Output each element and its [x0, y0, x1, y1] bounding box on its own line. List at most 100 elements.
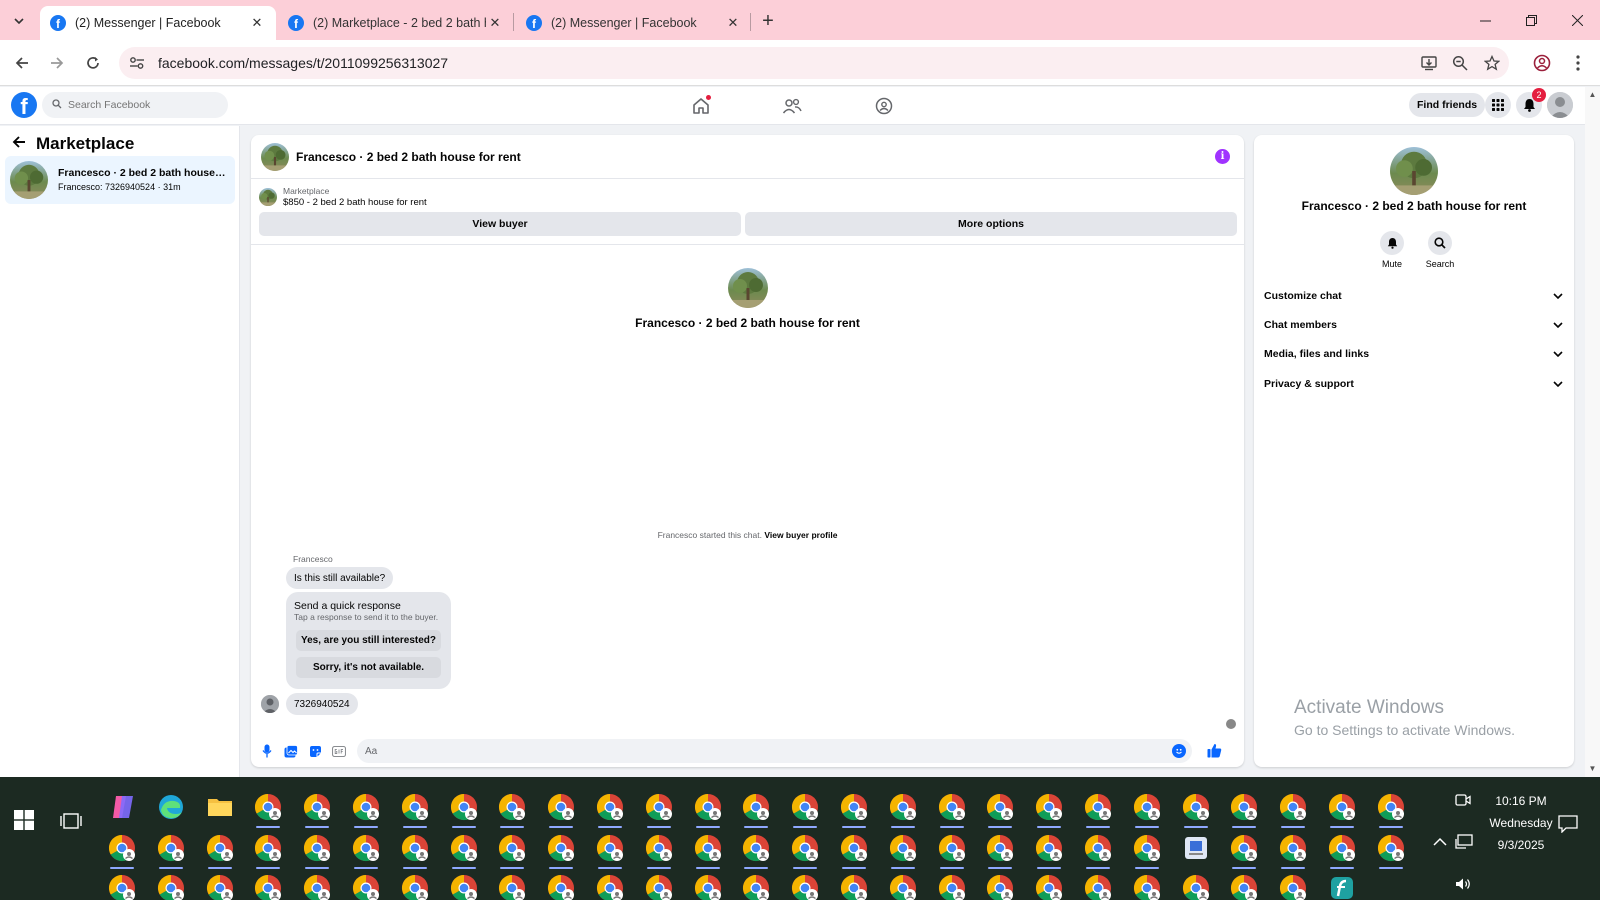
- show-hidden-icons-chevron-icon[interactable]: [1433, 837, 1447, 847]
- network-icon[interactable]: [1455, 834, 1473, 850]
- friends-icon[interactable]: [780, 94, 804, 118]
- chrome-profile-icon[interactable]: [400, 833, 430, 869]
- mute-button[interactable]: Mute: [1372, 231, 1412, 269]
- chrome-profile-icon[interactable]: [1132, 833, 1162, 869]
- tab-marketplace[interactable]: f (2) Marketplace - 2 bed 2 bath h ✕: [278, 6, 514, 40]
- groups-icon[interactable]: [872, 94, 896, 118]
- chrome-profile-icon[interactable]: [107, 833, 137, 869]
- chrome-profile-icon[interactable]: [449, 873, 479, 900]
- chrome-profile-icon[interactable]: [546, 873, 576, 900]
- forward-arrow-icon[interactable]: [45, 51, 69, 75]
- chrome-profile-icon[interactable]: [400, 873, 430, 900]
- tab-messenger-1[interactable]: f (2) Messenger | Facebook ✕: [40, 6, 276, 40]
- chrome-profile-icon[interactable]: [205, 873, 235, 900]
- chrome-profile-icon[interactable]: [302, 873, 332, 900]
- chrome-profile-icon[interactable]: [985, 873, 1015, 900]
- chrome-profile-icon[interactable]: [595, 833, 625, 869]
- chrome-profile-icon[interactable]: [497, 873, 527, 900]
- chrome-profile-icon[interactable]: [839, 833, 869, 869]
- chrome-profile-icon[interactable]: [1083, 873, 1113, 900]
- chrome-profile-icon[interactable]: [449, 792, 479, 828]
- menu-grid-icon[interactable]: [1485, 92, 1511, 118]
- chrome-profile-icon[interactable]: [1229, 873, 1259, 900]
- volume-icon[interactable]: [1455, 877, 1471, 891]
- message-bubble[interactable]: Is this still available?: [286, 567, 394, 589]
- microphone-icon[interactable]: [259, 743, 275, 759]
- chrome-profile-icon[interactable]: [1278, 792, 1308, 828]
- chrome-profile-icon[interactable]: [497, 833, 527, 869]
- edge-icon[interactable]: [156, 792, 186, 822]
- chrome-profile-icon[interactable]: [1181, 873, 1211, 900]
- chrome-profile-icon[interactable]: [985, 792, 1015, 828]
- minimize-icon[interactable]: [1462, 0, 1508, 40]
- chrome-profile-icon[interactable]: [985, 833, 1015, 869]
- quick-reply-interested-button[interactable]: Yes, are you still interested?: [296, 630, 441, 651]
- chrome-profile-icon[interactable]: [790, 833, 820, 869]
- clock-date[interactable]: 9/3/2025: [1486, 838, 1556, 852]
- media-files-links-row[interactable]: Media, files and links: [1264, 342, 1564, 366]
- chrome-profile-icon[interactable]: [741, 792, 771, 828]
- listing-title[interactable]: $850 - 2 bed 2 bath house for rent: [283, 197, 427, 208]
- app-icon[interactable]: [1181, 833, 1211, 863]
- chrome-profile-icon[interactable]: [1327, 792, 1357, 828]
- app-icon[interactable]: [1327, 873, 1357, 900]
- search-conversation-button[interactable]: Search: [1420, 231, 1460, 269]
- back-arrow-icon[interactable]: [10, 51, 34, 75]
- chrome-profile-icon[interactable]: [1278, 833, 1308, 869]
- chrome-profile-icon[interactable]: [497, 792, 527, 828]
- back-arrow-icon[interactable]: [12, 134, 26, 154]
- photo-icon[interactable]: [283, 743, 299, 759]
- message-input[interactable]: [365, 745, 1145, 757]
- chrome-profile-icon[interactable]: [253, 833, 283, 869]
- chrome-profile-icon[interactable]: [644, 833, 674, 869]
- page-scrollbar[interactable]: ▲ ▼: [1585, 87, 1600, 777]
- chrome-profile-icon[interactable]: [1083, 833, 1113, 869]
- windows-start-icon[interactable]: [14, 810, 34, 830]
- chrome-profile-icon[interactable]: [644, 873, 674, 900]
- quick-reply-not-available-button[interactable]: Sorry, it's not available.: [296, 657, 441, 678]
- conversation-item[interactable]: Francesco · 2 bed 2 bath house for rent …: [5, 156, 235, 204]
- sticker-icon[interactable]: [307, 743, 323, 759]
- gif-icon[interactable]: [331, 743, 347, 759]
- restore-icon[interactable]: [1508, 0, 1554, 40]
- chrome-profile-icon[interactable]: [1376, 833, 1406, 869]
- close-icon[interactable]: ✕: [248, 14, 266, 32]
- chrome-profile-icon[interactable]: [156, 873, 186, 900]
- chrome-profile-icon[interactable]: [449, 833, 479, 869]
- message-input-box[interactable]: [357, 739, 1192, 763]
- chrome-profile-icon[interactable]: [595, 792, 625, 828]
- chrome-profile-icon[interactable]: [546, 792, 576, 828]
- avatar[interactable]: [728, 268, 768, 308]
- chrome-profile-icon[interactable]: [693, 792, 723, 828]
- find-friends-button[interactable]: Find friends: [1409, 93, 1486, 117]
- chrome-profile-icon[interactable]: [937, 833, 967, 869]
- info-icon[interactable]: i: [1215, 149, 1230, 164]
- chrome-profile-icon[interactable]: [107, 873, 137, 900]
- facebook-search-box[interactable]: [42, 92, 228, 118]
- message-bubble[interactable]: 7326940524: [286, 693, 358, 715]
- chrome-profile-icon[interactable]: [790, 873, 820, 900]
- avatar[interactable]: [261, 143, 289, 171]
- clock-time[interactable]: 10:16 PM: [1486, 794, 1556, 808]
- chrome-profile-icon[interactable]: [937, 792, 967, 828]
- view-buyer-button[interactable]: View buyer: [259, 212, 741, 236]
- file-explorer-icon[interactable]: [205, 792, 235, 822]
- clock-day[interactable]: Wednesday: [1478, 816, 1564, 830]
- chrome-profile-icon[interactable]: [937, 873, 967, 900]
- site-settings-icon[interactable]: [122, 48, 152, 78]
- meet-now-icon[interactable]: [1455, 792, 1471, 808]
- chrome-profile-icon[interactable]: [1132, 792, 1162, 828]
- task-view-icon[interactable]: [60, 811, 82, 831]
- bookmark-star-icon[interactable]: [1480, 51, 1504, 75]
- close-icon[interactable]: ✕: [724, 14, 742, 32]
- copilot-icon[interactable]: [108, 792, 138, 822]
- chrome-profile-icon[interactable]: [1034, 792, 1064, 828]
- chrome-profile-icon[interactable]: [351, 792, 381, 828]
- chrome-profile-icon[interactable]: [595, 873, 625, 900]
- tab-search-chevron-icon[interactable]: [8, 10, 30, 32]
- chat-members-row[interactable]: Chat members: [1264, 313, 1564, 337]
- chrome-profile-icon[interactable]: [1034, 833, 1064, 869]
- chrome-profile-icon[interactable]: [693, 833, 723, 869]
- chrome-profile-icon[interactable]: [1376, 792, 1406, 828]
- browser-menu-icon[interactable]: [1566, 51, 1590, 75]
